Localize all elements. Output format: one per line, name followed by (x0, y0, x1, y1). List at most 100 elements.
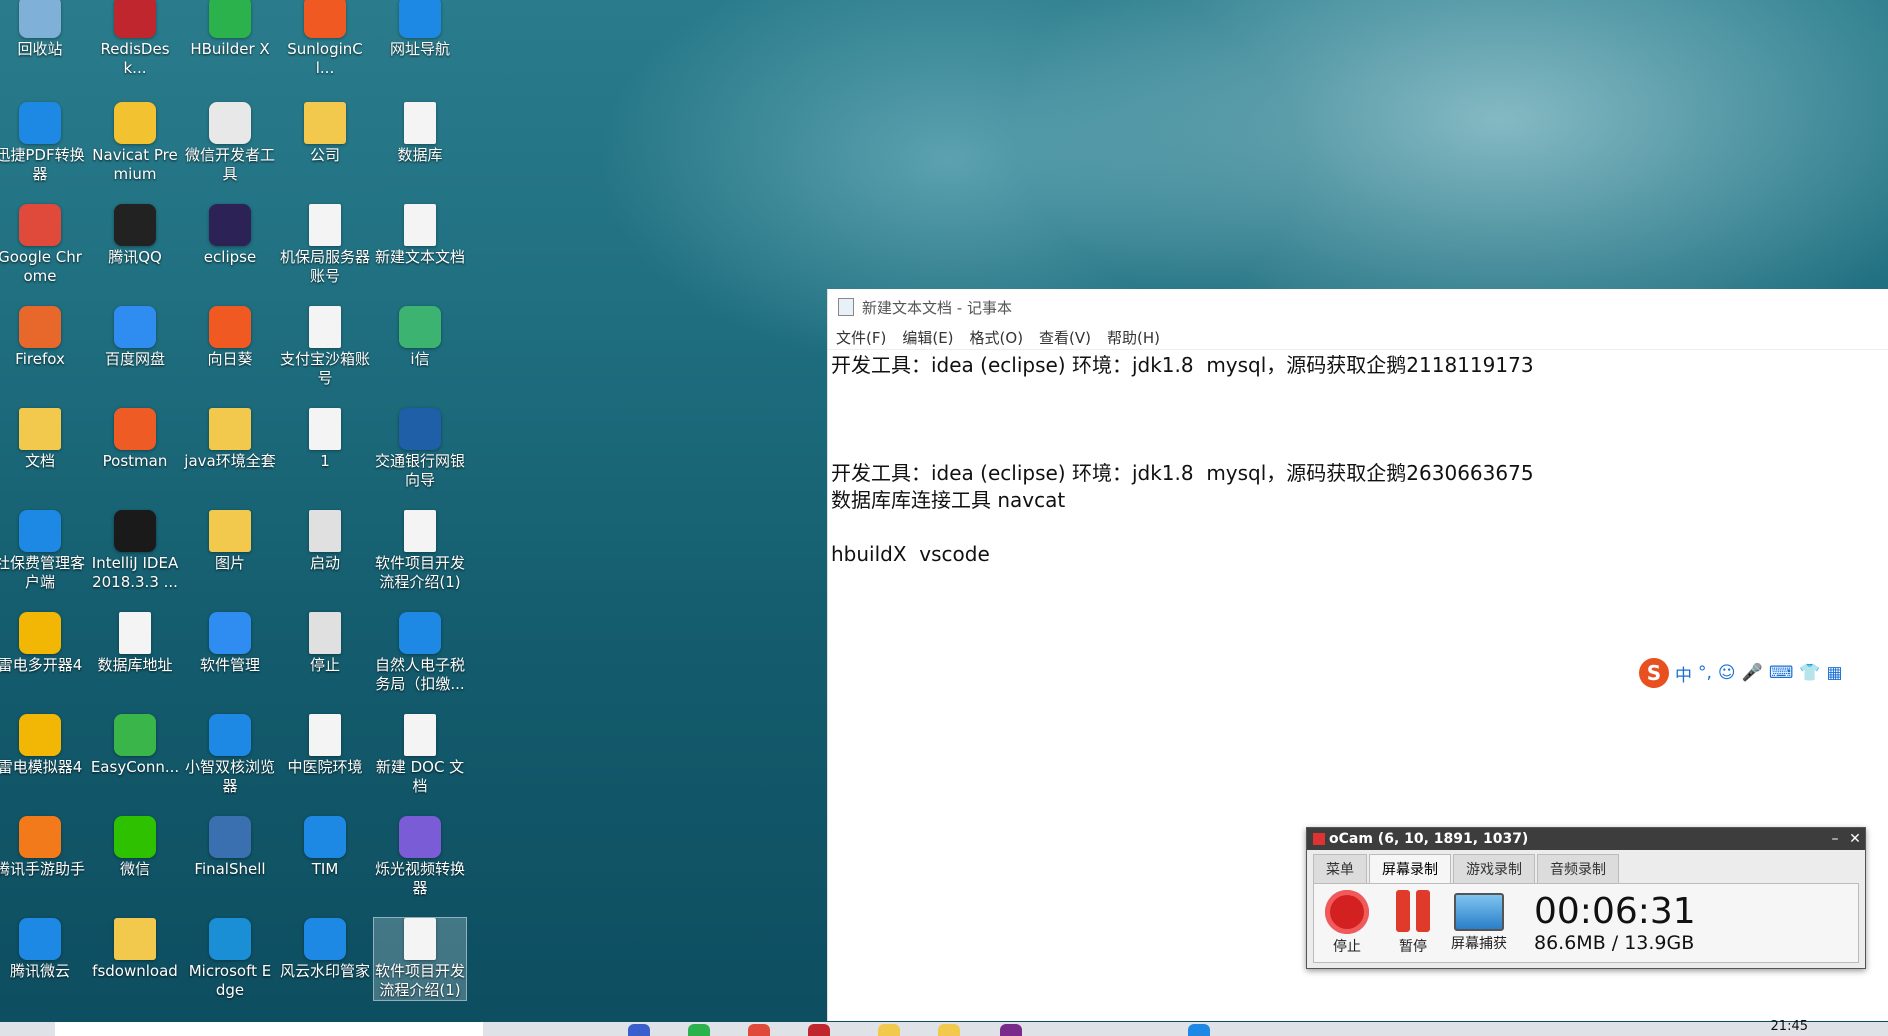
taskbar-app-icon[interactable] (938, 1024, 960, 1036)
taskbar-search-box[interactable] (55, 1022, 483, 1036)
desktop-shortcut[interactable]: 微信开发者工具 (184, 102, 276, 184)
desktop-shortcut[interactable]: 腾讯QQ (89, 204, 181, 267)
desktop-shortcut[interactable]: 软件项目开发流程介绍(1) (373, 917, 467, 1001)
taskbar-app-icon[interactable] (1188, 1024, 1210, 1036)
desktop-shortcut[interactable]: eclipse (184, 204, 276, 267)
menu-file[interactable]: 文件(F) (836, 327, 886, 348)
notepad-icon (838, 298, 854, 316)
menu-edit[interactable]: 编辑(E) (902, 327, 953, 348)
desktop-shortcut[interactable]: 雷电多开器4 (0, 612, 86, 675)
desktop-shortcut[interactable]: FinalShell (184, 816, 276, 879)
desktop-shortcut[interactable]: Navicat Premium (89, 102, 181, 184)
taskbar-app-icon[interactable] (628, 1024, 650, 1036)
desktop-shortcut[interactable]: RedisDesk... (89, 0, 181, 78)
ime-skin-icon[interactable]: 👕 (1799, 663, 1820, 683)
desktop-shortcut[interactable]: 向日葵 (184, 306, 276, 369)
desktop-shortcut[interactable]: 新建文本文档 (374, 204, 466, 267)
desktop-shortcut[interactable]: 微信 (89, 816, 181, 879)
tab-menu[interactable]: 菜单 (1313, 854, 1367, 883)
tab-game-record[interactable]: 游戏录制 (1453, 854, 1535, 883)
desktop-shortcut[interactable]: EasyConn... (89, 714, 181, 777)
desktop-shortcut[interactable]: Google Chrome (0, 204, 86, 286)
taskbar-clock[interactable]: 21:45 (1771, 1019, 1808, 1034)
desktop-shortcut-label: 风云水印管家 (279, 962, 370, 980)
screen-capture-button[interactable]: 屏幕捕获 (1446, 893, 1512, 953)
stop-button[interactable]: 停止 (1314, 890, 1380, 956)
desktop-shortcut[interactable]: 停止 (279, 612, 371, 675)
desktop-shortcut[interactable]: 网址导航 (374, 0, 466, 59)
leidian-emulator-icon (19, 714, 61, 756)
taskbar-app-icon[interactable] (1000, 1024, 1022, 1036)
desktop-shortcut[interactable]: 软件项目开发流程介绍(1) (374, 510, 466, 592)
desktop-shortcut[interactable]: 文档 (0, 408, 86, 471)
ime-chinese-mode[interactable]: 中 (1675, 661, 1692, 686)
desktop-shortcut[interactable]: 图片 (184, 510, 276, 573)
ime-punctuation-icon[interactable]: °, (1698, 663, 1712, 683)
text-line: ​ (831, 406, 1886, 433)
desktop-shortcut[interactable]: 新建 DOC 文档 (374, 714, 466, 796)
desktop-shortcut[interactable]: fsdownload (89, 918, 181, 981)
notepad-title-bar[interactable]: 新建文本文档 - 记事本 (828, 289, 1888, 325)
taskbar-app-icon[interactable] (878, 1024, 900, 1036)
desktop-shortcut[interactable]: 雷电模拟器4 (0, 714, 86, 777)
recycle-bin-icon (19, 0, 61, 38)
desktop-shortcut-label: Firefox (15, 350, 65, 368)
desktop-shortcut-label: 图片 (214, 554, 245, 572)
desktop-shortcut[interactable]: 腾讯微云 (0, 918, 86, 981)
taskbar-app-icon[interactable] (808, 1024, 830, 1036)
ocam-window[interactable]: oCam (6, 10, 1891, 1037) – ✕ 菜单 屏幕录制 游戏录… (1306, 827, 1866, 969)
ime-toolbox-icon[interactable]: ▦ (1827, 663, 1843, 683)
desktop-shortcut[interactable]: IntelliJ IDEA 2018.3.3 ... (89, 510, 181, 592)
ime-keyboard-icon[interactable]: ⌨ (1769, 663, 1794, 683)
taskbar-app-icon[interactable] (688, 1024, 710, 1036)
tab-audio-record[interactable]: 音频录制 (1537, 854, 1619, 883)
pause-button[interactable]: 暂停 (1380, 890, 1446, 956)
desktop-shortcut[interactable]: 软件管理 (184, 612, 276, 675)
desktop-shortcut[interactable]: 1 (279, 408, 371, 471)
desktop-shortcut[interactable]: 交通银行网银向导 (374, 408, 466, 490)
text-file-icon (404, 204, 436, 246)
desktop-shortcut[interactable]: 公司 (279, 102, 371, 165)
menu-help[interactable]: 帮助(H) (1107, 327, 1160, 348)
desktop-shortcut-label: 1 (320, 452, 330, 470)
taskbar-app-icon[interactable] (748, 1024, 770, 1036)
ime-emoji-icon[interactable]: ☺ (1718, 663, 1736, 683)
sogou-logo-icon[interactable]: S (1639, 658, 1669, 688)
desktop-shortcut[interactable]: 腾讯手游助手 (0, 816, 86, 879)
desktop-shortcut[interactable]: 自然人电子税务局（扣缴... (374, 612, 466, 694)
close-icon[interactable]: ✕ (1845, 831, 1865, 847)
notepad-text-area[interactable]: 开发工具：idea (eclipse) 环境：jdk1.8 mysql，源码获取… (828, 350, 1888, 570)
desktop-shortcut[interactable]: 迅捷PDF转换器 (0, 102, 86, 184)
ocam-title-bar[interactable]: oCam (6, 10, 1891, 1037) – ✕ (1307, 828, 1865, 850)
tab-screen-record[interactable]: 屏幕录制 (1369, 854, 1451, 883)
desktop-shortcut[interactable]: HBuilder X (184, 0, 276, 59)
menu-view[interactable]: 查看(V) (1039, 327, 1091, 348)
desktop-shortcut[interactable]: 中医院环境 (279, 714, 371, 777)
desktop-shortcut-label: Microsoft Edge (188, 962, 272, 999)
minimize-icon[interactable]: – (1825, 831, 1845, 847)
desktop-shortcut[interactable]: 数据库 (374, 102, 466, 165)
menu-format[interactable]: 格式(O) (970, 327, 1024, 348)
desktop-shortcut[interactable]: java环境全套 (184, 408, 276, 471)
desktop-shortcut[interactable]: 回收站 (0, 0, 86, 59)
desktop-shortcut[interactable]: 风云水印管家 (279, 918, 371, 981)
desktop-shortcut[interactable]: 支付宝沙箱账号 (279, 306, 371, 388)
desktop-shortcut[interactable]: 数据库地址 (89, 612, 181, 675)
stop-label: 停止 (1333, 939, 1361, 955)
desktop-shortcut[interactable]: Postman (89, 408, 181, 471)
desktop-shortcut[interactable]: 百度网盘 (89, 306, 181, 369)
ime-toolbar[interactable]: S 中 °, ☺ 🎤 ⌨ 👕 ▦ (1632, 655, 1850, 691)
desktop-shortcut[interactable]: SunloginCl... (279, 0, 371, 78)
desktop-shortcut[interactable]: 烁光视频转换器 (374, 816, 466, 898)
desktop-shortcut[interactable]: 启动 (279, 510, 371, 573)
desktop-shortcut[interactable]: Firefox (0, 306, 86, 369)
desktop-shortcut[interactable]: 小智双核浏览器 (184, 714, 276, 796)
settings-file-icon (309, 612, 341, 654)
desktop-shortcut[interactable]: i信 (374, 306, 466, 369)
desktop-shortcut-label: Postman (102, 452, 168, 470)
desktop-shortcut[interactable]: Microsoft Edge (184, 918, 276, 1000)
desktop-shortcut[interactable]: 社保费管理客户端 (0, 510, 86, 592)
desktop-shortcut[interactable]: 机保局服务器账号 (279, 204, 371, 286)
desktop-shortcut[interactable]: TIM (279, 816, 371, 879)
ime-voice-icon[interactable]: 🎤 (1742, 663, 1763, 683)
